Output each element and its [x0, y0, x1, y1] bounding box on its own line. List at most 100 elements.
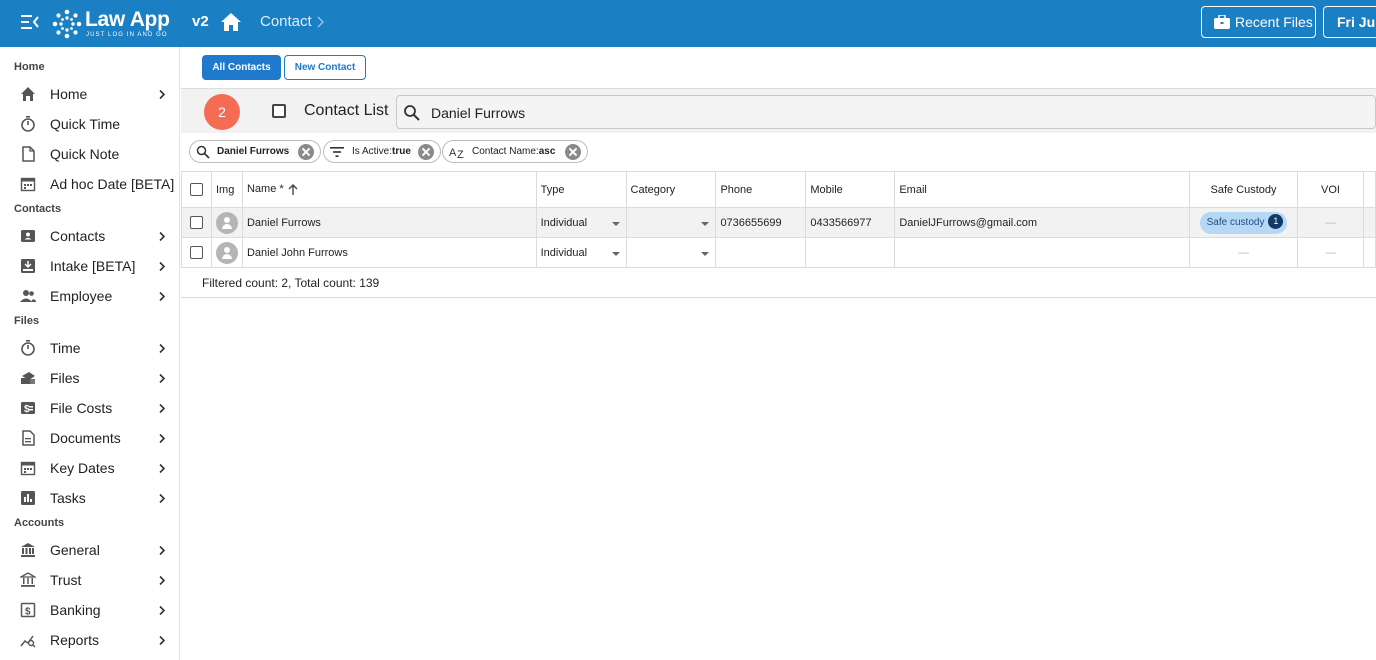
column-header-name[interactable]: Name *	[241, 171, 537, 208]
phone-cell[interactable]	[715, 237, 807, 268]
sidebar-item-key-dates[interactable]: Key Dates	[0, 453, 179, 483]
filter-chip-active[interactable]: Is Active:true	[323, 140, 441, 163]
email-cell[interactable]	[894, 237, 1191, 268]
mobile-cell[interactable]: 0433566977	[805, 207, 896, 238]
search-field[interactable]	[396, 95, 1376, 129]
chevron-right-icon	[159, 291, 166, 302]
name-cell[interactable]: Daniel John Furrows	[241, 237, 537, 268]
tab-new-contact[interactable]: New Contact	[284, 55, 366, 80]
safe-custody-chip[interactable]: Safe custody 1	[1199, 211, 1288, 234]
breadcrumb-contact[interactable]: Contact	[260, 13, 312, 30]
logo-burst-icon	[52, 9, 82, 39]
filter-chip-search[interactable]: Daniel Furrows	[189, 140, 321, 163]
version-label: v2	[192, 13, 209, 30]
overflow-cell	[1362, 207, 1376, 238]
remove-filter-icon[interactable]	[418, 144, 434, 160]
sidebar-item-banking[interactable]: $ Banking	[0, 595, 179, 625]
column-header-category[interactable]: Category	[625, 171, 717, 208]
sidebar-item-label: Time	[50, 340, 81, 356]
sidebar: Home Home Quick Time Quick Note Ad hoc Date …	[0, 47, 180, 660]
sidebar-item-label: Trust	[50, 572, 82, 588]
sort-az-icon: A Z	[449, 147, 464, 159]
people-icon	[20, 290, 36, 302]
column-header-phone[interactable]: Phone	[715, 171, 807, 208]
stopwatch-icon	[21, 340, 35, 356]
dollar-box-icon: $	[20, 602, 36, 618]
column-header-mobile[interactable]: Mobile	[805, 171, 896, 208]
tab-all-contacts[interactable]: All Contacts	[202, 55, 281, 80]
filter-chip-prefix: Is Active:	[352, 146, 393, 157]
menu-collapse-icon[interactable]	[20, 13, 40, 31]
sidebar-item-file-costs[interactable]: $ File Costs	[0, 393, 179, 423]
search-icon	[404, 105, 420, 121]
column-header-type[interactable]: Type	[535, 171, 627, 208]
sidebar-item-label: Quick Time	[50, 116, 121, 132]
row-checkbox[interactable]	[189, 246, 203, 259]
arrow-up-icon	[288, 183, 298, 195]
date-button[interactable]: Fri Jul	[1323, 6, 1376, 38]
sidebar-item-reports[interactable]: Reports	[0, 625, 179, 655]
recent-files-button[interactable]: Recent Files	[1201, 6, 1316, 38]
chevron-right-icon	[159, 493, 166, 504]
search-input[interactable]	[431, 103, 1331, 123]
filter-chip-value: asc	[538, 146, 556, 157]
phone-cell[interactable]: 0736655699	[715, 207, 807, 238]
filter-chip-sort[interactable]: A Z Contact Name:asc	[442, 140, 588, 163]
row-select-cell	[181, 207, 212, 238]
column-header-voi[interactable]: VOI	[1297, 171, 1364, 208]
name-cell[interactable]: Daniel Furrows	[241, 207, 537, 238]
home-icon[interactable]	[220, 11, 242, 33]
column-header-email[interactable]: Email	[894, 171, 1191, 208]
sidebar-item-label: Employee	[50, 288, 113, 304]
app-logo[interactable]: Law App JUST LOG IN AND GO	[52, 7, 174, 41]
sidebar-item-tasks[interactable]: Tasks	[0, 483, 179, 513]
category-cell[interactable]	[625, 207, 717, 238]
table-footer: Filtered count: 2, Total count: 139	[181, 268, 1376, 298]
sidebar-item-label: Intake [BETA]	[50, 258, 136, 274]
select-all-checkbox[interactable]	[272, 104, 286, 118]
mobile-cell[interactable]	[805, 237, 896, 268]
sidebar-item-ad-hoc-date-beta[interactable]: Ad hoc Date [BETA]	[0, 169, 179, 199]
type-select[interactable]: Individual	[541, 217, 622, 229]
type-cell[interactable]: Individual	[535, 237, 627, 268]
row-checkbox[interactable]	[189, 216, 203, 229]
filter-chip-value: Daniel Furrows	[217, 146, 290, 157]
header-select-cell	[181, 171, 212, 208]
column-header-safe-custody[interactable]: Safe Custody	[1189, 171, 1299, 208]
files-icon	[21, 372, 35, 384]
category-cell[interactable]	[625, 237, 717, 268]
table-row[interactable]: Daniel Furrows Individual 0736655699 043…	[181, 207, 1376, 238]
type-select[interactable]: Individual	[541, 247, 622, 259]
category-select[interactable]	[631, 217, 712, 229]
sidebar-item-home[interactable]: Home	[0, 79, 179, 109]
sidebar-item-quick-time[interactable]: Quick Time	[0, 109, 179, 139]
sidebar-item-intake-beta[interactable]: Intake [BETA]	[0, 251, 179, 281]
remove-filter-icon[interactable]	[298, 144, 314, 160]
row-select-cell	[181, 237, 212, 268]
list-title: Contact List	[304, 102, 389, 119]
category-select[interactable]	[631, 247, 712, 259]
table-row[interactable]: Daniel John Furrows Individual — —	[181, 237, 1376, 268]
contact-list-header: 2 Contact List	[181, 88, 1376, 133]
remove-filter-icon[interactable]	[565, 144, 581, 160]
stopwatch-icon	[21, 116, 35, 132]
sidebar-item-general[interactable]: General	[0, 535, 179, 565]
avatar-cell	[210, 207, 243, 238]
sidebar-item-time[interactable]: Time	[0, 333, 179, 363]
select-all-rows-checkbox[interactable]	[189, 183, 203, 196]
sidebar-item-contacts[interactable]: Contacts	[0, 221, 179, 251]
type-cell[interactable]: Individual	[535, 207, 627, 238]
sidebar-item-trust[interactable]: Trust	[0, 565, 179, 595]
email-cell[interactable]: DanielJFurrows@gmail.com	[894, 207, 1191, 238]
sidebar-item-label: Contacts	[50, 228, 106, 244]
sidebar-item-files[interactable]: Files	[0, 363, 179, 393]
sidebar-item-employee[interactable]: Employee	[0, 281, 179, 311]
column-header-overflow	[1362, 171, 1376, 208]
sidebar-item-documents[interactable]: Documents	[0, 423, 179, 453]
sidebar-item-label: Ad hoc Date [BETA]	[50, 176, 175, 192]
chevron-right-icon	[159, 575, 166, 586]
calendar-icon	[20, 177, 36, 192]
sidebar-item-label: Documents	[50, 430, 121, 446]
sidebar-item-quick-note[interactable]: Quick Note	[0, 139, 179, 169]
brand-tagline: JUST LOG IN AND GO	[86, 32, 168, 38]
